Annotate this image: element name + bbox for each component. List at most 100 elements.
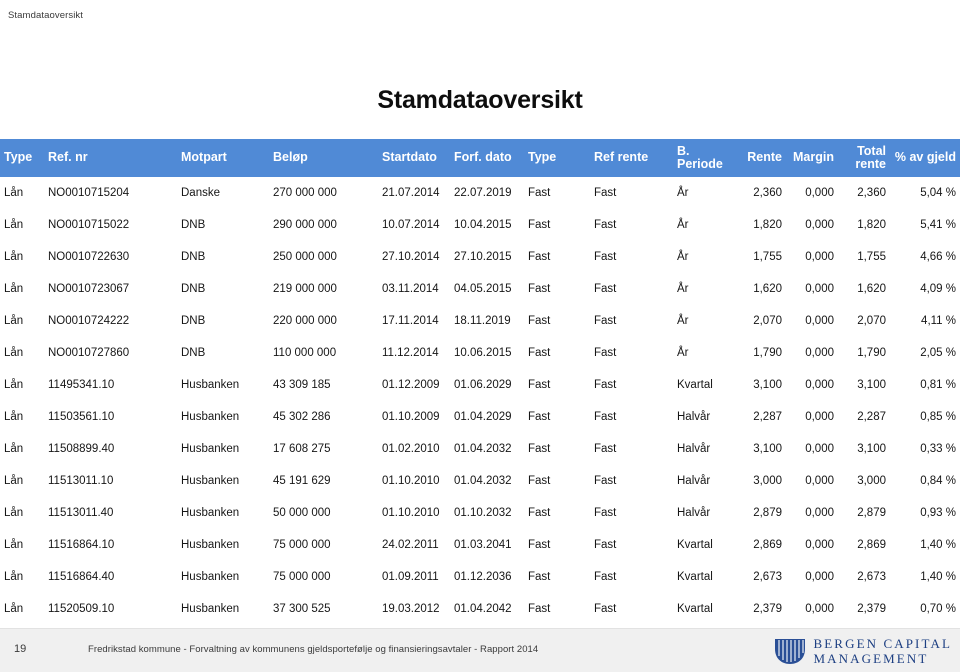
cell-andel_gjeld: 5,41 % — [920, 219, 956, 231]
cell-b_periode: Halvår — [677, 475, 711, 487]
cell-startdato: 11.12.2014 — [382, 347, 439, 359]
table-row[interactable]: Lån NO0010723067 DNB 219 000 000 03.11.2014 0… — [0, 273, 960, 305]
cell-andel_gjeld: 5,04 % — [920, 187, 956, 199]
cell-b_periode: Kvartal — [677, 603, 713, 615]
cell-andel_gjeld: 4,11 % — [921, 315, 956, 327]
column-header-4[interactable]: Startdato — [378, 139, 450, 177]
cell-startdato: 24.02.2011 — [382, 539, 439, 551]
cell-motpart: Husbanken — [181, 475, 240, 487]
cell-rente: 1,820 — [753, 219, 782, 231]
cell-ref_nr: NO0010722630 — [48, 251, 130, 263]
cell-motpart: DNB — [181, 315, 206, 327]
cell-rente: 3,100 — [753, 379, 782, 391]
cell-type2: Fast — [528, 475, 551, 487]
column-header-6[interactable]: Type — [524, 139, 590, 177]
cell-forf_dato: 01.06.2029 — [454, 379, 512, 391]
table-row[interactable]: Lån 11508899.40 Husbanken 17 608 275 01.02.2… — [0, 433, 960, 465]
cell-ref_rente: Fast — [594, 571, 617, 583]
cell-belop: 17 608 275 — [273, 443, 331, 455]
table-row[interactable]: Lån 11516864.10 Husbanken 75 000 000 24.02.2… — [0, 529, 960, 561]
cell-total_rente: 2,070 — [857, 315, 886, 327]
cell-andel_gjeld: 0,93 % — [920, 507, 956, 519]
cell-motpart: Husbanken — [181, 539, 240, 551]
table-row[interactable]: Lån 11513011.10 Husbanken 45 191 629 01.10.2… — [0, 465, 960, 497]
cell-rente: 2,869 — [753, 539, 782, 551]
cell-b_periode: Halvår — [677, 411, 711, 423]
table-row[interactable]: Lån 11495341.10 Husbanken 43 309 185 01.12.2… — [0, 369, 960, 401]
cell-rente: 2,879 — [753, 507, 782, 519]
cell-belop: 37 300 525 — [273, 603, 331, 615]
table-row[interactable]: Lån 11503561.10 Husbanken 45 302 286 01.10.2… — [0, 401, 960, 433]
cell-margin: 0,000 — [805, 539, 834, 551]
cell-type2: Fast — [528, 187, 551, 199]
column-header-1[interactable]: Ref. nr — [44, 139, 177, 177]
column-header-9[interactable]: Rente — [738, 139, 786, 177]
cell-rente: 3,100 — [753, 443, 782, 455]
column-header-10[interactable]: Margin — [786, 139, 838, 177]
cell-margin: 0,000 — [805, 507, 834, 519]
cell-startdato: 01.02.2010 — [382, 443, 440, 455]
cell-motpart: Husbanken — [181, 411, 240, 423]
cell-ref_rente: Fast — [594, 251, 617, 263]
column-header-2[interactable]: Motpart — [177, 139, 269, 177]
cell-type2: Fast — [528, 603, 551, 615]
table-row[interactable]: Lån NO0010727860 DNB 110 000 000 11.12.2014 1… — [0, 337, 960, 369]
column-header-5[interactable]: Forf. dato — [450, 139, 524, 177]
column-header-8[interactable]: B. Periode — [673, 139, 738, 177]
cell-forf_dato: 01.04.2032 — [454, 475, 512, 487]
column-header-3[interactable]: Beløp — [269, 139, 378, 177]
cell-ref_nr: NO0010715022 — [48, 219, 130, 231]
cell-rente: 2,379 — [753, 603, 782, 615]
cell-total_rente: 3,000 — [857, 475, 886, 487]
table-row[interactable]: Lån NO0010724222 DNB 220 000 000 17.11.2014 1… — [0, 305, 960, 337]
column-header-11[interactable]: Total rente — [838, 139, 890, 177]
cell-ref_rente: Fast — [594, 507, 617, 519]
cell-total_rente: 3,100 — [857, 379, 886, 391]
cell-startdato: 01.09.2011 — [382, 571, 439, 583]
cell-type: Lån — [4, 315, 24, 327]
column-header-7[interactable]: Ref rente — [590, 139, 673, 177]
cell-andel_gjeld: 0,81 % — [920, 379, 956, 391]
cell-motpart: DNB — [181, 251, 206, 263]
cell-total_rente: 2,360 — [857, 187, 886, 199]
page-title: Stamdataoversikt — [377, 86, 583, 114]
table-row[interactable]: Lån 11520509.10 Husbanken 37 300 525 19.03.2… — [0, 593, 960, 625]
bergen-capital-management-logo: BERGEN CAPITAL MANAGEMENT — [773, 634, 953, 668]
table-header-row: Type Ref. nr Motpart Beløp Startdato Forf. da… — [0, 139, 960, 177]
cell-type: Lån — [4, 379, 24, 391]
cell-ref_nr: 11516864.10 — [48, 539, 115, 551]
table-row[interactable]: Lån NO0010715022 DNB 290 000 000 10.07.2014 1… — [0, 209, 960, 241]
cell-ref_rente: Fast — [594, 411, 617, 423]
cell-b_periode: År — [677, 187, 689, 199]
cell-andel_gjeld: 0,33 % — [920, 443, 956, 455]
column-header-12[interactable]: % av gjeld — [890, 139, 960, 177]
cell-b_periode: Kvartal — [677, 379, 713, 391]
table-row[interactable]: Lån 11516864.40 Husbanken 75 000 000 01.09.2… — [0, 561, 960, 593]
slide-footer: 19 Fredrikstad kommune - Forvaltning av … — [0, 628, 960, 672]
table-row[interactable]: Lån NO0010715204 Danske 270 000 000 21.07.20… — [0, 177, 960, 209]
logo-line-1: BERGEN CAPITAL — [813, 635, 952, 651]
cell-rente: 2,070 — [753, 315, 782, 327]
cell-ref_rente: Fast — [594, 603, 617, 615]
cell-margin: 0,000 — [805, 283, 834, 295]
cell-belop: 250 000 000 — [273, 251, 337, 263]
cell-forf_dato: 01.04.2032 — [454, 443, 512, 455]
cell-ref_rente: Fast — [594, 219, 617, 231]
column-header-0[interactable]: Type — [0, 139, 44, 177]
cell-motpart: Husbanken — [181, 603, 240, 615]
cell-ref_nr: NO0010723067 — [48, 283, 130, 295]
table-row[interactable]: Lån 11513011.40 Husbanken 50 000 000 01.10.2… — [0, 497, 960, 529]
cell-ref_nr: 11513011.10 — [48, 475, 114, 487]
cell-andel_gjeld: 1,40 % — [920, 571, 956, 583]
cell-belop: 270 000 000 — [273, 187, 337, 199]
cell-ref_rente: Fast — [594, 443, 617, 455]
cell-type: Lån — [4, 539, 24, 551]
cell-type: Lån — [4, 603, 24, 615]
logo-line-2: MANAGEMENT — [813, 651, 929, 666]
table-row[interactable]: Lån NO0010722630 DNB 250 000 000 27.10.2014 2… — [0, 241, 960, 273]
cell-total_rente: 2,869 — [857, 539, 886, 551]
cell-ref_nr: NO0010727860 — [48, 347, 130, 359]
cell-motpart: Husbanken — [181, 379, 240, 391]
cell-ref_rente: Fast — [594, 379, 617, 391]
cell-ref_nr: 11495341.10 — [48, 379, 115, 391]
